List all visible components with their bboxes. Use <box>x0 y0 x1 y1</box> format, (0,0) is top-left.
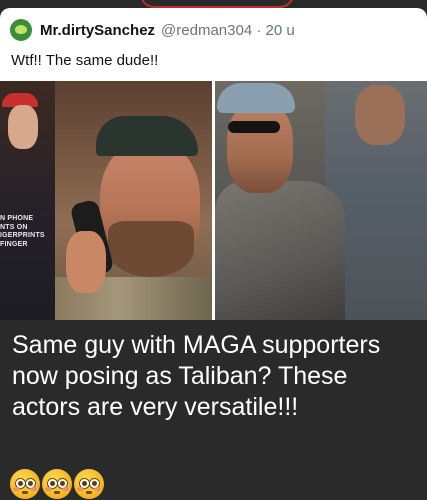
photo-right[interactable] <box>215 81 427 320</box>
avatar-face <box>15 25 27 34</box>
flushed-face-icon <box>42 469 72 499</box>
tweet-header: Mr.dirtySanchez @redman304 · 20 u <box>40 19 295 41</box>
caption: Same guy with MAGA supporters now posing… <box>12 331 381 421</box>
frog-avatar-icon[interactable] <box>10 19 32 41</box>
handle-meta: @redman304 · 20 u <box>161 22 295 39</box>
red-arc-decoration <box>140 0 294 8</box>
tweet-text: Wtf!! The same dude!! <box>11 52 159 69</box>
handle[interactable]: @redman304 <box>161 22 252 39</box>
display-name[interactable]: Mr.dirtySanchez <box>40 22 155 39</box>
shirt-text: N PHONE NTS ON IGERPRINTS FINGER <box>0 215 45 248</box>
background-face <box>8 105 38 149</box>
top-strip <box>0 0 427 8</box>
tweet-card[interactable]: Mr.dirtySanchez @redman304 · 20 u Wtf!! … <box>0 8 427 320</box>
shawl <box>215 181 345 320</box>
beard <box>108 221 194 277</box>
photo-left[interactable]: N PHONE NTS ON IGERPRINTS FINGER <box>0 81 212 320</box>
man-face <box>227 103 293 193</box>
background-man-face <box>355 85 405 145</box>
emoji-row <box>10 469 104 499</box>
sunglasses <box>228 121 280 133</box>
hand <box>66 231 106 293</box>
dark-cap <box>96 116 198 156</box>
flushed-face-icon <box>10 469 40 499</box>
turban <box>217 83 295 113</box>
flushed-face-icon <box>74 469 104 499</box>
timestamp[interactable]: 20 u <box>266 22 295 39</box>
separator: · <box>256 21 262 39</box>
